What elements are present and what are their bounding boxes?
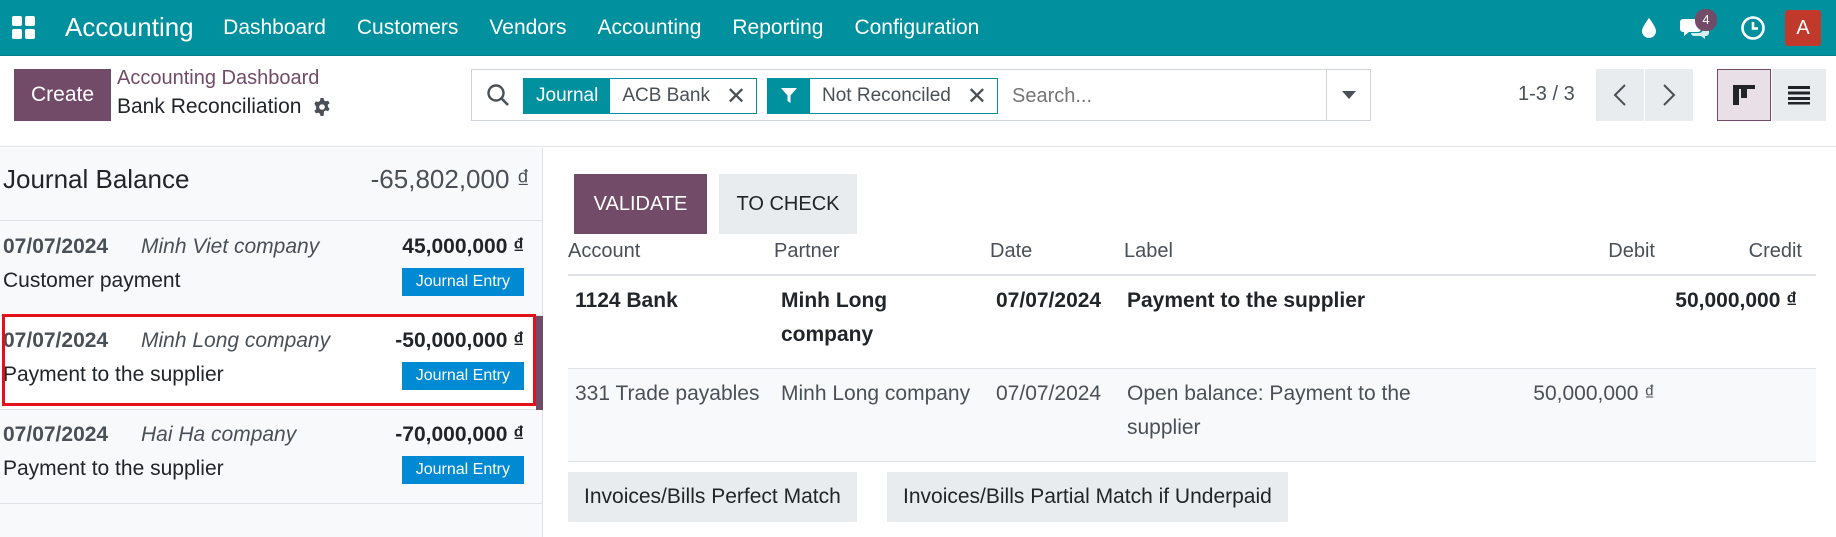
statement-line-partner: Hai Ha company bbox=[141, 423, 297, 446]
statement-line-partner: Minh Viet company bbox=[141, 235, 320, 258]
close-icon[interactable]: ✕ bbox=[722, 79, 756, 113]
statement-line-partner: Minh Long company bbox=[141, 329, 331, 352]
menu-customers[interactable]: Customers bbox=[341, 0, 474, 56]
selected-marker bbox=[536, 316, 543, 410]
row-label: Payment to the supplier bbox=[1127, 289, 1366, 312]
column-credit: Credit bbox=[1748, 240, 1802, 262]
table-row[interactable]: 1124 Bank Minh Long company 07/07/2024 P… bbox=[568, 276, 1816, 369]
list-icon bbox=[1788, 86, 1810, 105]
row-debit: 50,000,000 ₫ bbox=[1533, 382, 1655, 405]
journal-entry-button[interactable]: Journal Entry bbox=[401, 268, 524, 296]
statement-line-date: 07/07/2024 bbox=[3, 235, 109, 258]
statement-line-label: Payment to the supplier bbox=[3, 363, 224, 386]
reconciliation-panel: VALIDATE TO CHECK Account Partner Date L… bbox=[544, 148, 1836, 537]
search-box: Journal ACB Bank ✕ Not Reconciled ✕ bbox=[471, 69, 1371, 121]
user-avatar[interactable]: A bbox=[1785, 10, 1821, 46]
to-check-button[interactable]: TO CHECK bbox=[719, 174, 857, 234]
chevron-down-icon[interactable] bbox=[1326, 70, 1370, 120]
statement-line[interactable]: 07/07/2024 Minh Viet company 45,000,000 … bbox=[0, 222, 543, 316]
facet-value: ACB Bank bbox=[622, 85, 710, 106]
page-title: Bank Reconciliation bbox=[117, 95, 302, 118]
control-panel: Create Accounting Dashboard Bank Reconci… bbox=[0, 57, 1836, 147]
menu-reporting[interactable]: Reporting bbox=[717, 0, 839, 56]
statement-line[interactable]: 07/07/2024 Hai Ha company -70,000,000 ₫ … bbox=[0, 410, 543, 504]
create-button[interactable]: Create bbox=[14, 69, 111, 121]
statement-line-amount: -50,000,000 ₫ bbox=[395, 329, 524, 352]
search-input[interactable] bbox=[1012, 78, 1332, 114]
menu-accounting[interactable]: Accounting bbox=[582, 0, 717, 56]
chevron-left-icon bbox=[1613, 84, 1626, 106]
apps-grid-icon[interactable] bbox=[10, 14, 38, 42]
statement-line-label: Customer payment bbox=[3, 269, 181, 292]
journal-entry-button[interactable]: Journal Entry bbox=[401, 362, 524, 390]
chevron-right-icon bbox=[1663, 84, 1676, 106]
search-icon bbox=[486, 83, 510, 112]
statement-lines-panel: Journal Balance -65,802,000 ₫ 07/07/2024… bbox=[0, 148, 543, 537]
column-account: Account bbox=[568, 240, 641, 262]
main-menu: Dashboard Customers Vendors Accounting R… bbox=[208, 0, 995, 56]
journal-entry-button[interactable]: Journal Entry bbox=[401, 456, 524, 484]
row-partner: Minh Long company bbox=[781, 289, 888, 346]
pager-next-button[interactable] bbox=[1645, 69, 1693, 121]
reconcile-model-perfect-match-button[interactable]: Invoices/Bills Perfect Match bbox=[568, 472, 857, 522]
filter-icon bbox=[768, 79, 810, 113]
menu-vendors[interactable]: Vendors bbox=[474, 0, 582, 56]
row-account: 1124 Bank bbox=[575, 289, 678, 312]
menu-dashboard[interactable]: Dashboard bbox=[208, 0, 342, 56]
column-label: Label bbox=[1124, 240, 1173, 262]
kanban-icon bbox=[1733, 85, 1755, 105]
row-account: 331 Trade payables bbox=[575, 382, 760, 405]
row-label: Open balance: Payment to the supplier bbox=[1127, 382, 1411, 439]
close-icon[interactable]: ✕ bbox=[963, 79, 997, 113]
facet-journal: Journal ACB Bank ✕ bbox=[523, 78, 758, 114]
breadcrumb-current: Bank Reconciliation bbox=[117, 95, 332, 119]
list-view-button[interactable] bbox=[1772, 69, 1826, 121]
column-date: Date bbox=[990, 240, 1033, 262]
table-row[interactable]: 331 Trade payables Minh Long company 07/… bbox=[568, 369, 1816, 462]
pager-previous-button[interactable] bbox=[1596, 69, 1644, 121]
pager-value[interactable]: 1-3 / 3 bbox=[1518, 83, 1575, 106]
journal-balance-row: Journal Balance -65,802,000 ₫ bbox=[0, 148, 543, 221]
reconcile-model-partial-match-button[interactable]: Invoices/Bills Partial Match if Underpai… bbox=[887, 472, 1288, 522]
water-drop-icon[interactable] bbox=[1629, 8, 1669, 48]
validate-button[interactable]: VALIDATE bbox=[574, 174, 707, 234]
clock-icon[interactable] bbox=[1733, 8, 1773, 48]
row-date: 07/07/2024 bbox=[996, 289, 1102, 312]
column-debit: Debit bbox=[1608, 240, 1655, 262]
statement-line-selected[interactable]: 07/07/2024 Minh Long company -50,000,000… bbox=[0, 316, 543, 410]
app-name[interactable]: Accounting bbox=[65, 12, 194, 43]
gear-icon[interactable] bbox=[312, 97, 332, 117]
statement-line-amount: 45,000,000 ₫ bbox=[402, 235, 524, 258]
kanban-view-button[interactable] bbox=[1717, 69, 1771, 121]
column-partner: Partner bbox=[774, 240, 840, 262]
journal-balance-value: -65,802,000 ₫ bbox=[370, 164, 530, 194]
statement-line-date: 07/07/2024 bbox=[3, 423, 109, 446]
journal-balance-label: Journal Balance bbox=[3, 164, 190, 194]
messages-count-badge: 4 bbox=[1695, 9, 1717, 31]
table-header: Account Partner Date Label Debit Credit bbox=[568, 236, 1816, 276]
reconciliation-table: Account Partner Date Label Debit Credit … bbox=[568, 236, 1816, 462]
chat-icon[interactable]: 4 bbox=[1675, 8, 1717, 48]
statement-line-label: Payment to the supplier bbox=[3, 457, 224, 480]
facet-category: Journal bbox=[524, 79, 611, 113]
row-credit: 50,000,000 ₫ bbox=[1675, 289, 1797, 312]
top-navbar: Accounting Dashboard Customers Vendors A… bbox=[0, 0, 1836, 56]
facet-filter: Not Reconciled ✕ bbox=[767, 78, 998, 114]
row-date: 07/07/2024 bbox=[996, 382, 1102, 405]
statement-line-date: 07/07/2024 bbox=[3, 329, 109, 352]
facet-value: Not Reconciled bbox=[822, 85, 951, 106]
systray: 4 A bbox=[1629, 0, 1836, 56]
menu-configuration[interactable]: Configuration bbox=[839, 0, 995, 56]
row-partner: Minh Long company bbox=[781, 382, 971, 405]
statement-line-amount: -70,000,000 ₫ bbox=[395, 423, 524, 446]
breadcrumb-accounting-dashboard[interactable]: Accounting Dashboard bbox=[117, 67, 319, 90]
